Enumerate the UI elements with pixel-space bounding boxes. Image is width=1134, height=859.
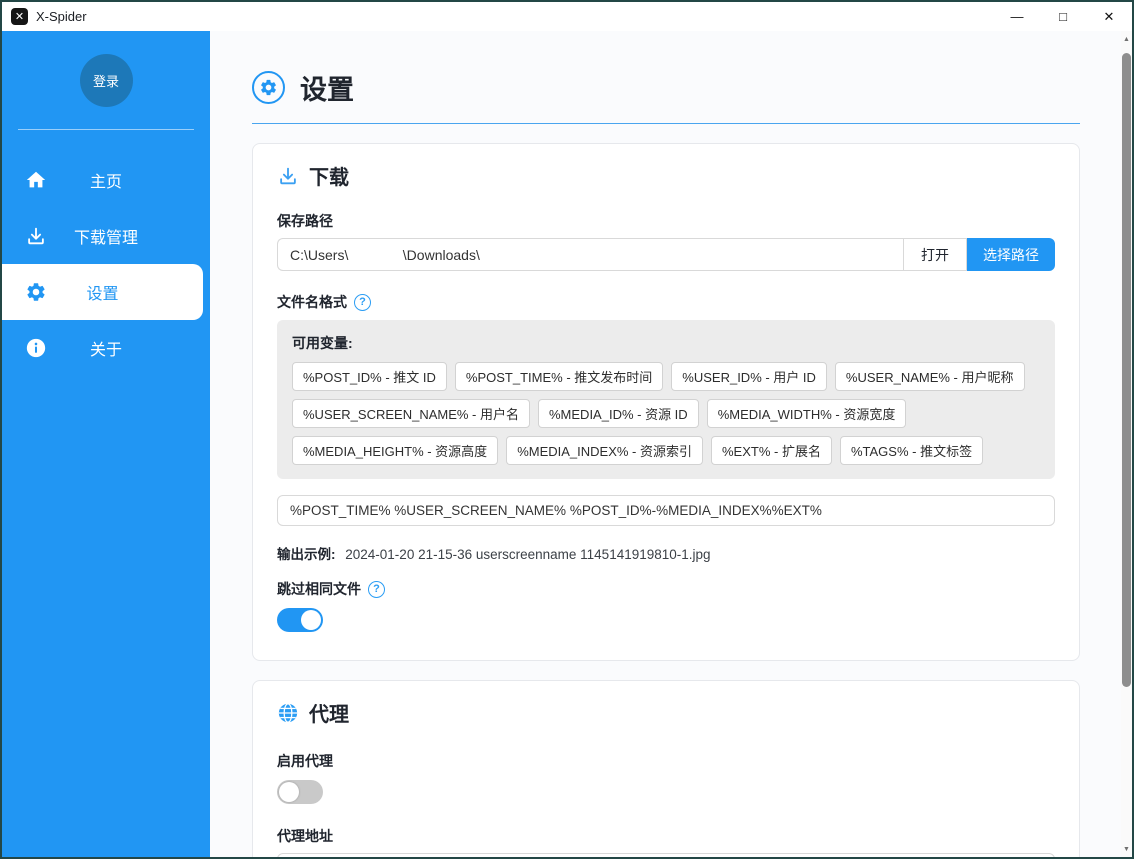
proxy-settings-card: 代理 启用代理 代理地址	[252, 680, 1080, 857]
page-header: 设置	[252, 68, 1080, 107]
output-example-value: 2024-01-20 21-15-36 userscreenname 11451…	[345, 547, 710, 562]
choose-path-button[interactable]: 选择路径	[967, 238, 1055, 271]
save-path-label: 保存路径	[277, 211, 1055, 231]
scroll-up-arrow-icon[interactable]: ▲	[1121, 33, 1132, 45]
skip-same-toggle[interactable]	[277, 608, 323, 632]
save-path-row: 打开 选择路径	[277, 238, 1055, 271]
app-window: ✕ X-Spider — □ ✕ 登录 主页	[0, 0, 1134, 859]
vertical-scrollbar: ▲ ▼	[1121, 31, 1132, 857]
main-content: 设置 下载 保存路径 打开 选择路径	[210, 31, 1132, 857]
maximize-button[interactable]: □	[1040, 2, 1086, 31]
filename-format-label-text: 文件名格式	[277, 292, 347, 312]
download-icon	[24, 224, 48, 248]
output-example-row: 输出示例: 2024-01-20 21-15-36 userscreenname…	[277, 543, 1055, 563]
available-variables-label: 可用变量:	[292, 333, 1040, 353]
variable-chip[interactable]: %USER_SCREEN_NAME% - 用户名	[292, 399, 530, 428]
variable-chip[interactable]: %POST_TIME% - 推文发布时间	[455, 362, 663, 391]
available-variables-box: 可用变量: %POST_ID% - 推文 ID %POST_TIME% - 推文…	[277, 320, 1055, 479]
output-example-label: 输出示例:	[277, 547, 336, 562]
filename-format-label: 文件名格式 ?	[277, 292, 1055, 312]
download-settings-card: 下载 保存路径 打开 选择路径 文件名格式 ? 可用变量:	[252, 143, 1080, 661]
variable-chips: %POST_ID% - 推文 ID %POST_TIME% - 推文发布时间 %…	[292, 362, 1040, 465]
open-path-button[interactable]: 打开	[903, 238, 967, 271]
window-title: X-Spider	[36, 9, 87, 24]
variable-chip[interactable]: %USER_ID% - 用户 ID	[671, 362, 827, 391]
skip-same-label: 跳过相同文件 ?	[277, 579, 1055, 599]
enable-proxy-label: 启用代理	[277, 751, 1055, 771]
proxy-section-title: 代理	[309, 698, 349, 727]
login-button[interactable]: 登录	[80, 54, 133, 107]
scroll-down-arrow-icon[interactable]: ▼	[1121, 843, 1132, 855]
toggle-knob	[279, 782, 299, 802]
proxy-address-label: 代理地址	[277, 826, 1055, 846]
variable-chip[interactable]: %USER_NAME% - 用户昵称	[835, 362, 1025, 391]
download-section-icon	[277, 165, 299, 187]
sidebar-item-about[interactable]: 关于	[2, 320, 210, 376]
close-button[interactable]: ✕	[1086, 2, 1132, 31]
sidebar-item-settings[interactable]: 设置	[2, 264, 203, 320]
download-section-header: 下载	[277, 161, 1055, 190]
page-title: 设置	[300, 68, 354, 107]
variable-chip[interactable]: %MEDIA_ID% - 资源 ID	[538, 399, 699, 428]
minimize-button[interactable]: —	[994, 2, 1040, 31]
toggle-knob	[301, 610, 321, 630]
proxy-address-input[interactable]	[277, 853, 1055, 857]
enable-proxy-toggle[interactable]	[277, 780, 323, 804]
home-icon	[24, 168, 48, 192]
info-icon	[24, 336, 48, 360]
save-path-input[interactable]	[277, 238, 903, 271]
skip-same-help-icon[interactable]: ?	[368, 581, 385, 598]
variable-chip[interactable]: %EXT% - 扩展名	[711, 436, 832, 465]
proxy-section-header: 代理	[277, 698, 1055, 727]
variable-chip[interactable]: %MEDIA_HEIGHT% - 资源高度	[292, 436, 498, 465]
app-logo-icon: ✕	[11, 8, 28, 25]
header-divider	[252, 123, 1080, 124]
variable-chip[interactable]: %MEDIA_INDEX% - 资源索引	[506, 436, 703, 465]
filename-format-help-icon[interactable]: ?	[354, 294, 371, 311]
sidebar-menu: 主页 下载管理 设置	[2, 152, 210, 376]
gear-icon	[24, 280, 48, 304]
variable-chip[interactable]: %TAGS% - 推文标签	[840, 436, 983, 465]
sidebar-item-home[interactable]: 主页	[2, 152, 210, 208]
skip-same-label-text: 跳过相同文件	[277, 579, 361, 599]
variable-chip[interactable]: %MEDIA_WIDTH% - 资源宽度	[707, 399, 907, 428]
scrollbar-thumb[interactable]	[1122, 53, 1131, 687]
settings-gear-icon	[252, 71, 285, 104]
window-controls: — □ ✕	[994, 2, 1132, 31]
sidebar-item-download-manager[interactable]: 下载管理	[2, 208, 210, 264]
variable-chip[interactable]: %POST_ID% - 推文 ID	[292, 362, 447, 391]
title-bar: ✕ X-Spider — □ ✕	[2, 2, 1132, 31]
sidebar: 登录 主页 下载管理 设	[2, 31, 210, 857]
globe-icon	[277, 702, 299, 724]
filename-format-input[interactable]	[277, 495, 1055, 526]
download-section-title: 下载	[309, 161, 349, 190]
sidebar-divider	[18, 129, 194, 130]
